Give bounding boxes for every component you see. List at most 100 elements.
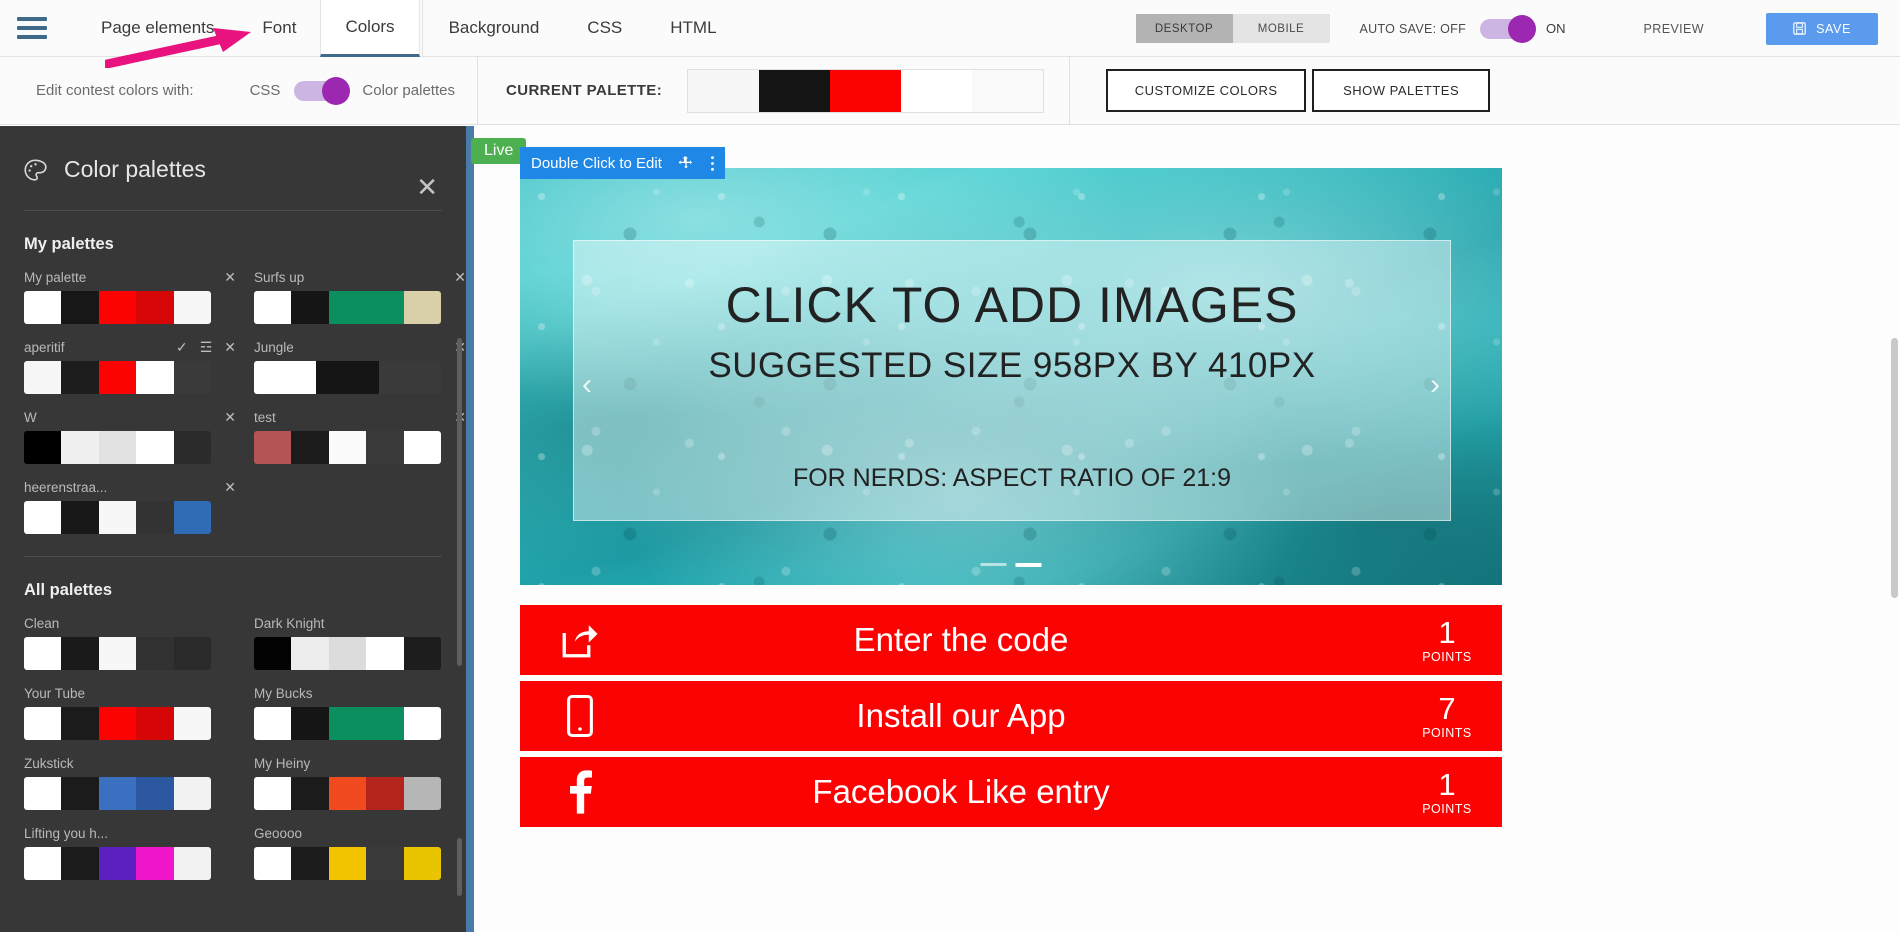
palette-name: Clean [24,616,236,631]
palette-row-header: Surfs up✕ [254,268,466,286]
close-icon[interactable]: ✕ [224,480,236,494]
device-toggle[interactable]: DESKTOP MOBILE [1136,14,1330,43]
slide-dot-active[interactable] [1016,563,1042,567]
tab-css[interactable]: CSS [563,0,646,57]
palette-swatches[interactable] [254,361,441,394]
palette-swatches[interactable] [24,431,211,464]
tab-page-elements[interactable]: Page elements [77,0,238,57]
palette-swatches[interactable] [24,637,211,670]
palette-item[interactable]: heerenstraa...✕ [24,478,236,534]
action-row-install-app[interactable]: Install our App 7 POINTS [520,681,1502,751]
palette-swatch-1 [61,291,98,324]
palette-swatches[interactable] [254,707,441,740]
device-desktop-button[interactable]: DESKTOP [1136,14,1233,43]
palette-swatches[interactable] [254,777,441,810]
edit-toolbar[interactable]: Double Click to Edit [520,147,725,179]
palette-item[interactable]: Zukstick [24,754,236,810]
sliders-icon[interactable]: ☲ [200,340,213,354]
palette-swatch-2 [99,291,136,324]
panel-scrollbar[interactable] [457,338,462,666]
site-preview-canvas: Live Double Click to Edit CLICK TO ADD I… [466,126,1900,932]
check-icon[interactable]: ✓ [176,340,188,354]
palette-swatch-4 [174,637,211,670]
palette-swatches[interactable] [254,847,441,880]
palette-item[interactable]: Lifting you h... [24,824,236,880]
close-icon[interactable]: ✕ [224,270,236,284]
all-palettes-grid: Clean Dark Knight Your Tube My Bucks Zukstic… [0,614,466,894]
palette-swatches[interactable] [24,707,211,740]
palette-swatches[interactable] [254,637,441,670]
tab-background[interactable]: Background [425,0,564,57]
panel-header: Color palettes [0,126,466,183]
palette-swatch-2 [329,431,366,464]
palette-swatches[interactable] [24,847,211,880]
save-button[interactable]: SAVE [1766,13,1878,45]
palette-swatch-2 [99,777,136,810]
palette-swatch-2 [99,501,136,534]
hero-slide-dots[interactable] [981,563,1042,567]
palette-swatches[interactable] [24,777,211,810]
palette-item[interactable]: Surfs up✕ [254,268,466,324]
move-icon[interactable] [678,155,694,171]
slide-dot[interactable] [981,563,1007,566]
points-label: POINTS [1392,802,1502,816]
page-scrollbar[interactable] [1891,338,1898,598]
save-disk-icon [1793,22,1806,35]
current-palette-label: CURRENT PALETTE: [506,82,662,99]
palette-swatch-2 [329,291,366,324]
palette-swatches[interactable] [24,291,211,324]
action-row-facebook-like[interactable]: Facebook Like entry 1 POINTS [520,757,1502,827]
tab-html[interactable]: HTML [646,0,740,57]
palette-item[interactable]: My Heiny [254,754,466,810]
action-row-enter-code[interactable]: Enter the code 1 POINTS [520,605,1502,675]
close-icon[interactable]: ✕ [224,340,236,354]
palette-swatches[interactable] [254,291,441,324]
palette-item[interactable]: My Bucks [254,684,466,740]
tab-colors[interactable]: Colors [320,0,419,57]
palette-swatches[interactable] [254,431,441,464]
current-palette-swatches[interactable] [687,69,1044,113]
autosave-label: AUTO SAVE: OFF [1360,22,1467,36]
palette-row-actions: ✕ [224,270,236,284]
customize-colors-button[interactable]: CUSTOMIZE COLORS [1106,69,1306,112]
palette-row-actions: ✕ [224,410,236,424]
palette-swatch-4 [404,707,441,740]
palette-item[interactable]: test✕ [254,408,466,464]
close-icon[interactable]: ✕ [416,174,438,200]
panel-scrollbar-lower[interactable] [457,838,462,896]
palette-swatch-3 [366,291,403,324]
palette-swatch-1 [316,361,378,394]
css-option-label[interactable]: CSS [250,82,281,99]
color-palettes-option-label[interactable]: Color palettes [362,82,455,99]
palette-swatch-3 [136,637,173,670]
close-icon[interactable]: ✕ [224,410,236,424]
preview-button[interactable]: PREVIEW [1644,22,1704,36]
site-frame: Double Click to Edit CLICK TO ADD IMAGES… [520,147,1502,937]
palette-swatches[interactable] [24,501,211,534]
palette-item[interactable]: Jungle✕ [254,338,466,394]
palette-item[interactable]: Your Tube [24,684,236,740]
palette-item[interactable]: Clean [24,614,236,670]
palette-swatches[interactable] [24,361,211,394]
save-button-label: SAVE [1816,22,1851,36]
palette-swatch-0 [24,777,61,810]
tab-font[interactable]: Font [238,0,320,57]
show-palettes-button[interactable]: SHOW PALETTES [1312,69,1490,112]
color-mode-toggle[interactable] [294,81,348,101]
palette-item[interactable]: aperitif✓☲✕ [24,338,236,394]
hero-image-placeholder[interactable]: CLICK TO ADD IMAGES SUGGESTED SIZE 958PX… [520,168,1502,585]
palette-item[interactable]: W✕ [24,408,236,464]
kebab-menu-icon[interactable] [710,155,715,172]
hero-prev-icon[interactable]: ‹ [582,368,592,402]
palette-item[interactable]: Dark Knight [254,614,466,670]
color-settings-bar: Edit contest colors with: CSS Color pale… [0,57,1900,125]
autosave-toggle[interactable] [1480,19,1534,39]
palette-item[interactable]: Geoooo [254,824,466,880]
hamburger-menu-icon[interactable] [17,17,47,39]
palette-item[interactable]: My palette✕ [24,268,236,324]
device-mobile-button[interactable]: MOBILE [1233,14,1330,43]
hero-next-icon[interactable]: › [1430,368,1440,402]
close-icon[interactable]: ✕ [454,270,466,284]
palette-name: heerenstraa... [24,480,224,495]
palette-swatch-4 [174,361,211,394]
